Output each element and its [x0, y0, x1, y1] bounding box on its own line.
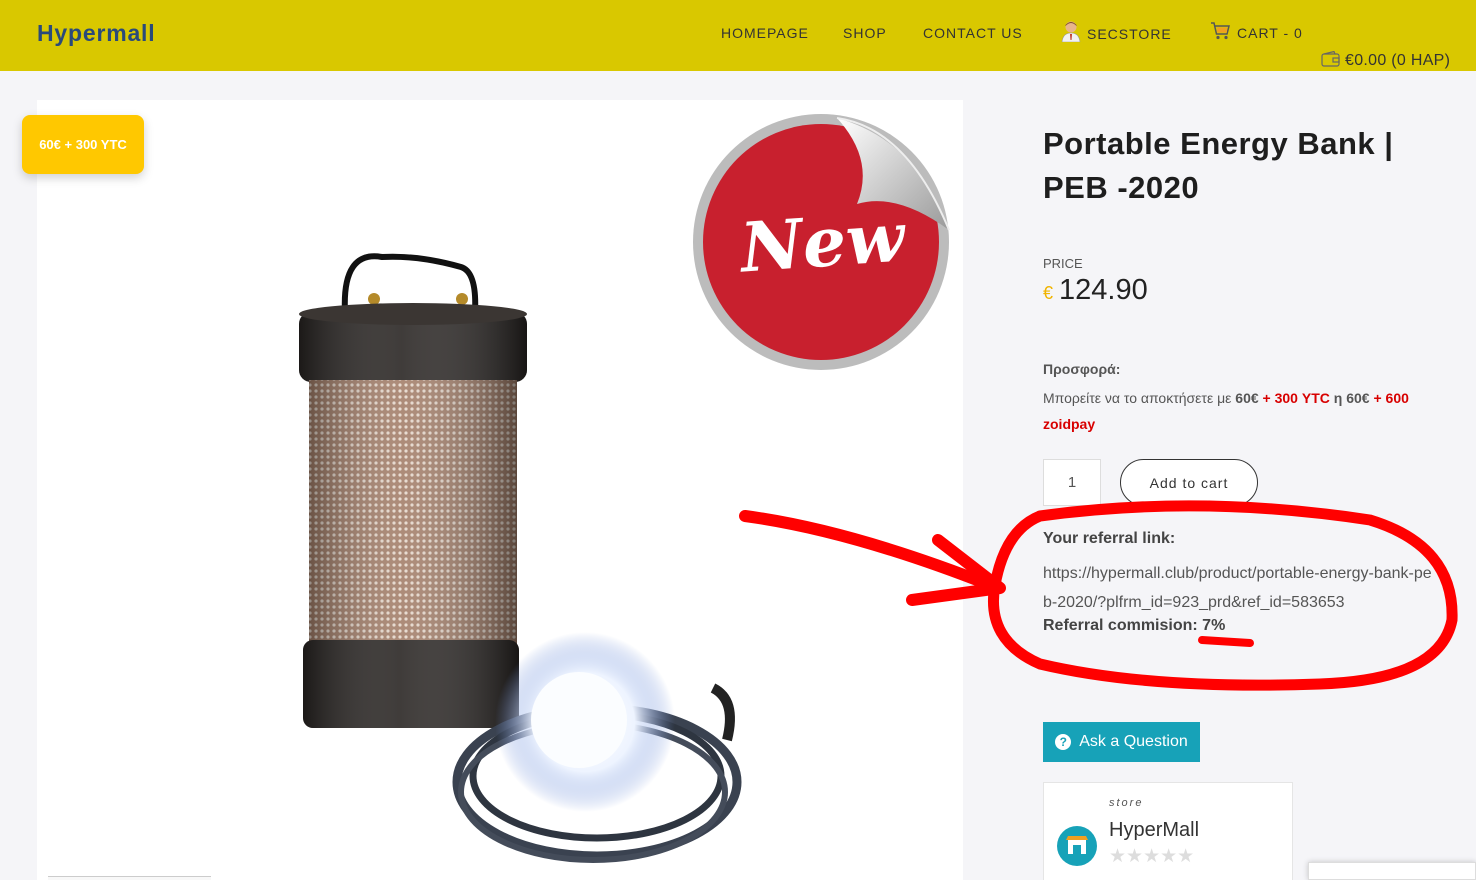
price-value: 124.90: [1059, 274, 1148, 306]
offer-amount-2: 60€: [1346, 390, 1370, 406]
referral-link-label: Your referral link:: [1043, 530, 1176, 547]
currency-symbol: €: [1043, 283, 1054, 303]
referral-commission-value: 7%: [1202, 617, 1226, 634]
nav-cart-label: CART - 0: [1237, 25, 1303, 41]
image-thumbnail-tab[interactable]: [48, 876, 211, 880]
offer-prefix: Μπορείτε να το αποκτήσετε με: [1043, 390, 1232, 406]
offer-text: Μπορείτε να το αποκτήσετε με 60€ + 300 Y…: [1043, 385, 1443, 437]
product-title: Portable Energy Bank | PEB -2020: [1043, 126, 1394, 205]
wallet-balance-text: €0.00 (0 HAP): [1345, 52, 1451, 69]
nav-secstore[interactable]: SECSTORE: [1061, 20, 1172, 42]
store-rating-stars: ★★★★★: [1109, 846, 1195, 867]
store-card[interactable]: store HyperMall ★★★★★: [1043, 782, 1293, 880]
wallet-balance[interactable]: €0.00 (0 HAP): [1321, 50, 1451, 70]
store-kicker: store: [1109, 797, 1144, 809]
offer-label: Προσφορά:: [1043, 361, 1121, 377]
referral-link[interactable]: https://hypermall.club/product/portable-…: [1043, 559, 1433, 617]
store-avatar-icon: [1057, 826, 1097, 866]
offer-ytc: 300 YTC: [1274, 390, 1330, 406]
annotation-underline: [1198, 636, 1254, 647]
nav-secstore-label: SECSTORE: [1087, 26, 1172, 42]
cart-icon: [1211, 22, 1230, 40]
ask-question-label: Ask a Question: [1079, 733, 1188, 750]
offer-or: η: [1333, 390, 1343, 406]
price-label: PRICE: [1043, 256, 1083, 271]
question-icon: ?: [1055, 734, 1072, 750]
nav-homepage[interactable]: HOMEPAGE: [721, 25, 809, 41]
quantity-input[interactable]: [1043, 459, 1101, 506]
ask-question-button[interactable]: ? Ask a Question: [1043, 722, 1200, 762]
nav-contact-us[interactable]: CONTACT US: [923, 25, 1023, 41]
cookie-notice-card[interactable]: [1308, 862, 1476, 880]
offer-plus-1: +: [1262, 390, 1271, 406]
user-avatar-icon: [1061, 21, 1081, 42]
offer-amount-1: 60€: [1235, 390, 1259, 406]
site-logo[interactable]: Hypermall: [37, 20, 155, 47]
offer-plus-2: +: [1373, 390, 1382, 406]
product-price: €124.90: [1043, 274, 1148, 307]
offer-badge: 60€ + 300 YTC: [22, 115, 144, 174]
product-image[interactable]: New: [37, 100, 963, 880]
product-photo: New: [299, 114, 950, 863]
wallet-icon: [1321, 50, 1340, 67]
site-header: Hypermall HOMEPAGE SHOP CONTACT US SECST…: [0, 0, 1476, 71]
add-to-cart-button[interactable]: Add to cart: [1120, 459, 1258, 506]
referral-commission-label: Referral commision:: [1043, 617, 1198, 634]
store-name[interactable]: HyperMall: [1109, 819, 1199, 842]
nav-shop[interactable]: SHOP: [843, 25, 887, 41]
nav-cart[interactable]: CART - 0: [1210, 21, 1303, 41]
referral-commission: Referral commision: 7%: [1043, 617, 1225, 635]
new-sticker-text: New: [736, 197, 910, 289]
